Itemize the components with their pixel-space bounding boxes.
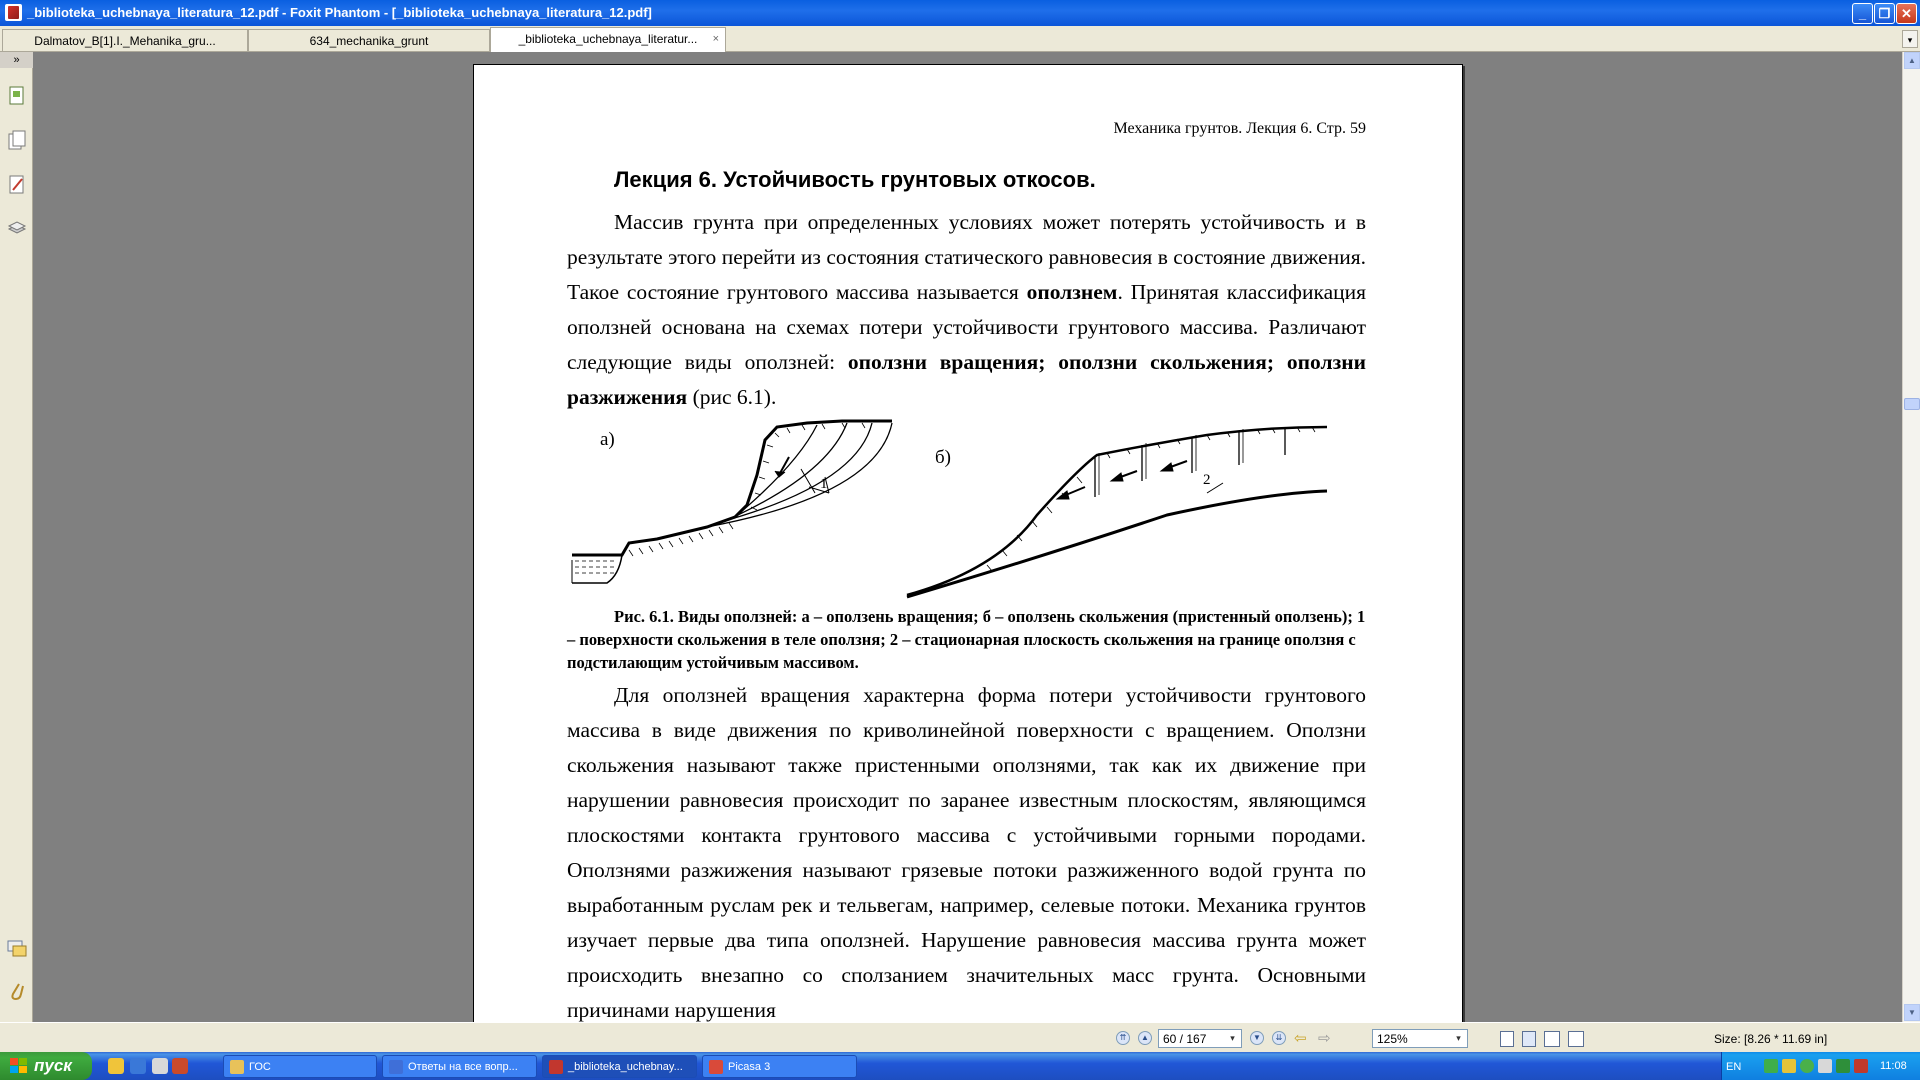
figure-a-rotational-landslide	[571, 419, 893, 584]
zoom-dropdown-icon[interactable]: ▾	[1451, 1031, 1466, 1046]
scroll-down-button[interactable]: ▼	[1904, 1004, 1920, 1021]
task-label: Ответы на все вопр...	[408, 1061, 518, 1073]
tray-antivirus-icon[interactable]	[1854, 1059, 1868, 1073]
windows-taskbar: пуск ГОС Ответы на все вопр... _bibliote…	[0, 1052, 1920, 1080]
task-label: _biblioteka_uchebnay...	[568, 1061, 683, 1073]
folder-icon	[230, 1060, 244, 1074]
quicklaunch-media-icon[interactable]	[172, 1058, 188, 1074]
document-tab-bar: Dalmatov_B[1].I._Mehanika_gru... 634_mec…	[0, 26, 1920, 52]
page-number-value: 60 / 167	[1163, 1032, 1207, 1046]
window-title: _biblioteka_uchebnaya_literatura_12.pdf …	[27, 5, 652, 20]
continuous-facing-view-icon[interactable]	[1568, 1031, 1584, 1047]
vertical-scrollbar[interactable]: ▲ ▼	[1902, 52, 1920, 1022]
page-size-readout: Size: [8.26 * 11.69 in]	[1714, 1032, 1828, 1046]
first-page-button[interactable]: ⇈	[1116, 1031, 1130, 1045]
paragraph-1: Массив грунта при определенных условиях …	[567, 205, 1366, 415]
figure-caption: Рис. 6.1. Виды оползней: а – оползень вр…	[567, 607, 1366, 672]
foxit-app-icon[interactable]	[5, 4, 22, 21]
start-label: пуск	[34, 1056, 72, 1075]
tab-label: _biblioteka_uchebnaya_literatur...	[518, 32, 698, 46]
minimize-button[interactable]: _	[1852, 3, 1873, 24]
facing-view-icon[interactable]	[1544, 1031, 1560, 1047]
paragraph-1-text-c: (рис 6.1).	[687, 385, 777, 409]
figure-mark-2: 2	[1203, 472, 1211, 488]
status-bar: ⇈ ▲ 60 / 167 ▾ ▼ ⇊ ⇦ ⇨ 125% ▾ Size: [8.2…	[0, 1022, 1920, 1052]
document-view[interactable]: Механика грунтов. Лекция 6. Стр. 59 Лекц…	[33, 52, 1902, 1022]
tab-list-dropdown[interactable]: ▾	[1902, 30, 1918, 48]
tray-safely-remove-icon[interactable]	[1836, 1059, 1850, 1073]
scroll-up-button[interactable]: ▲	[1904, 52, 1920, 69]
task-label: Picasa 3	[728, 1061, 771, 1073]
task-picasa[interactable]: Picasa 3	[702, 1055, 857, 1078]
word-document-icon	[389, 1060, 403, 1074]
task-otvety[interactable]: Ответы на все вопр...	[382, 1055, 537, 1078]
bookmarks-icon[interactable]	[7, 130, 27, 152]
quicklaunch-messenger-icon[interactable]	[108, 1058, 124, 1074]
tab-label: 634_mechanika_grunt	[309, 34, 429, 48]
figure-mark-1: 1	[820, 476, 828, 492]
expand-panel-button[interactable]: »	[0, 52, 33, 68]
lecture-heading: Лекция 6. Устойчивость грунтовых откосов…	[614, 167, 1096, 192]
tray-network-icon[interactable]	[1764, 1059, 1778, 1073]
figure-b-sliding-landslide	[906, 425, 1328, 599]
tray-update-icon[interactable]	[1800, 1059, 1814, 1073]
paragraph-2: Для оползней вращения характерна форма п…	[567, 683, 1366, 1022]
attachments-icon[interactable]	[7, 980, 27, 1002]
task-label: ГОС	[249, 1061, 271, 1073]
close-button[interactable]: ✕	[1896, 3, 1917, 24]
task-foxit[interactable]: _biblioteka_uchebnay...	[542, 1055, 697, 1078]
maximize-button[interactable]: ❐	[1874, 3, 1895, 24]
page-dropdown-icon[interactable]: ▾	[1225, 1031, 1240, 1046]
term-landslide: оползнем	[1026, 280, 1118, 304]
page-number-field[interactable]: 60 / 167 ▾	[1158, 1029, 1242, 1048]
clock: 11:08	[1880, 1060, 1907, 1072]
scroll-thumb[interactable]	[1904, 398, 1920, 410]
picasa-icon	[709, 1060, 723, 1074]
start-button[interactable]: пуск	[0, 1052, 92, 1080]
tab-biblioteka[interactable]: _biblioteka_uchebnaya_literatur... ×	[490, 27, 726, 52]
layers-icon[interactable]	[7, 217, 27, 239]
previous-page-button[interactable]: ▲	[1138, 1031, 1152, 1045]
tab-dalmatov[interactable]: Dalmatov_B[1].I._Mehanika_gru...	[2, 29, 248, 51]
next-page-button[interactable]: ▼	[1250, 1031, 1264, 1045]
pdf-page: Механика грунтов. Лекция 6. Стр. 59 Лекц…	[473, 64, 1463, 1022]
figure-label-b: б)	[935, 447, 951, 468]
quicklaunch-ie-icon[interactable]	[130, 1058, 146, 1074]
tab-mechanika-grunt[interactable]: 634_mechanika_grunt	[248, 29, 490, 51]
back-arrow-icon[interactable]: ⇦	[1294, 1029, 1307, 1047]
last-page-button[interactable]: ⇊	[1272, 1031, 1286, 1045]
tab-label: Dalmatov_B[1].I._Mehanika_gru...	[34, 34, 216, 48]
tray-security-icon[interactable]	[1782, 1059, 1796, 1073]
quicklaunch-desktop-icon[interactable]	[152, 1058, 168, 1074]
pages-icon[interactable]	[7, 85, 27, 107]
zoom-value: 125%	[1377, 1032, 1408, 1046]
continuous-view-icon[interactable]	[1522, 1031, 1536, 1047]
title-bar: _biblioteka_uchebnaya_literatura_12.pdf …	[0, 0, 1920, 26]
navigation-panel: »	[0, 52, 33, 1022]
tab-close-icon[interactable]: ×	[713, 33, 719, 45]
tray-monitor-icon[interactable]	[1818, 1059, 1832, 1073]
windows-logo-icon	[10, 1058, 27, 1073]
forward-arrow-icon[interactable]: ⇨	[1318, 1029, 1331, 1047]
task-gos[interactable]: ГОС	[223, 1055, 377, 1078]
running-head: Механика грунтов. Лекция 6. Стр. 59	[1113, 120, 1366, 137]
comments-icon[interactable]	[7, 174, 27, 196]
single-page-view-icon[interactable]	[1500, 1031, 1514, 1047]
zoom-field[interactable]: 125% ▾	[1372, 1029, 1468, 1048]
annotations-icon[interactable]	[7, 937, 27, 959]
foxit-icon	[549, 1060, 563, 1074]
figure-label-a: а)	[600, 429, 615, 450]
language-indicator[interactable]: EN	[1726, 1061, 1741, 1073]
landslide-figure: а) 1 б) 2	[571, 419, 1328, 599]
